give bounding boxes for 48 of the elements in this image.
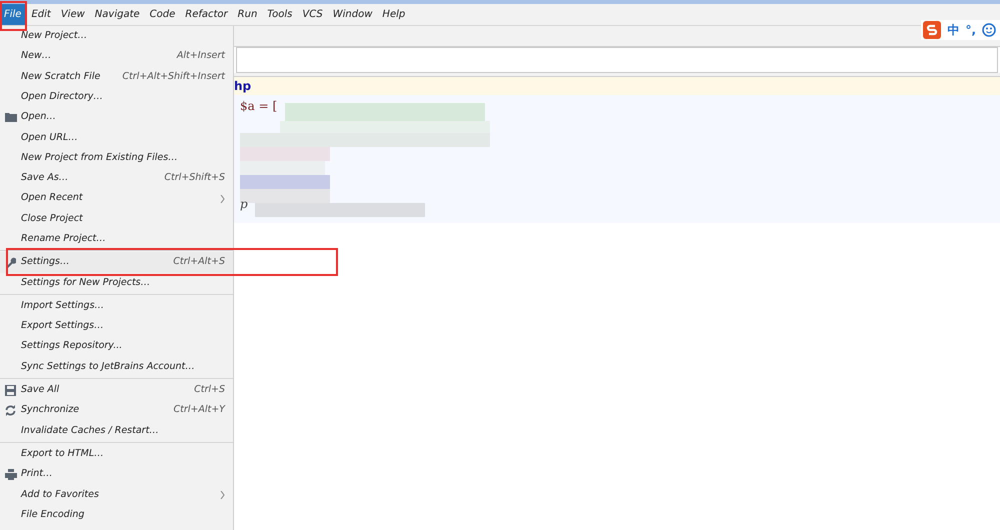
menu-entry[interactable]: Open Directory…: [0, 86, 233, 108]
search-field[interactable]: [236, 47, 998, 73]
menu-entry[interactable]: Settings Repository...: [0, 336, 233, 357]
menu-item[interactable]: File: [0, 4, 26, 25]
menu-item[interactable]: VCS: [298, 4, 327, 25]
menu-entry[interactable]: Open URL…: [0, 127, 233, 148]
menu-entry[interactable]: Sync Settings to JetBrains Account…: [0, 356, 233, 378]
menu-entry[interactable]: Save As… Ctrl+Shift+S: [0, 168, 233, 188]
code-text: p: [240, 196, 248, 213]
menu-entry[interactable]: Print…: [0, 464, 233, 485]
menu-item[interactable]: Window: [328, 4, 376, 25]
menu-entry[interactable]: Close Project: [0, 208, 233, 229]
menu-item[interactable]: Tools: [263, 4, 296, 25]
menu-item[interactable]: View: [56, 4, 89, 25]
sync-icon: [5, 404, 16, 416]
menu-item[interactable]: Edit: [27, 4, 55, 25]
menu-entry[interactable]: New… Alt+Insert: [0, 46, 233, 67]
code-text: $a = [: [240, 98, 278, 115]
save-icon: [5, 384, 16, 396]
menu-entry[interactable]: Settings for New Projects…: [0, 272, 233, 293]
menu-entry[interactable]: New Project…: [0, 26, 233, 46]
wrench-icon: [5, 256, 16, 268]
menu-entry[interactable]: Settings… Ctrl+Alt+S: [0, 252, 233, 273]
menu-entry[interactable]: Import Settings…: [0, 296, 233, 316]
menu-entry[interactable]: Open…: [0, 107, 233, 128]
menu-item[interactable]: Refactor: [181, 4, 232, 25]
menu-entry[interactable]: Export Settings…: [0, 316, 233, 336]
highlight-frame: [0, 1, 27, 31]
menu-entry[interactable]: New Scratch File Ctrl+Alt+Shift+Insert: [0, 66, 233, 87]
menu-entry[interactable]: Export to HTML…: [0, 444, 233, 464]
menu-entry[interactable]: Rename Project…: [0, 228, 233, 250]
menu-item[interactable]: Run: [234, 4, 262, 25]
ime-punctuation[interactable]: °,: [965, 21, 976, 39]
menu-entry[interactable]: File Encoding: [0, 504, 233, 526]
menu-item[interactable]: Help: [378, 4, 410, 25]
printer-icon: [4, 468, 16, 480]
ime-mode[interactable]: 中: [947, 21, 960, 39]
code-text: hp: [234, 78, 252, 95]
folder-icon: [4, 112, 16, 122]
menu-entry[interactable]: Save All Ctrl+S: [0, 380, 233, 400]
menu-item[interactable]: Navigate: [90, 4, 144, 25]
smiley-icon[interactable]: [982, 23, 996, 37]
menu-entry[interactable]: Open Recent: [0, 188, 233, 209]
menu-entry[interactable]: Add to Favorites: [0, 484, 233, 505]
menu-entry[interactable]: New Project from Existing Files…: [0, 148, 233, 168]
menu-item[interactable]: Code: [146, 4, 180, 25]
menu-entry[interactable]: Synchronize Ctrl+Alt+Y: [0, 400, 233, 421]
menu-entry[interactable]: Invalidate Caches / Restart…: [0, 420, 233, 441]
